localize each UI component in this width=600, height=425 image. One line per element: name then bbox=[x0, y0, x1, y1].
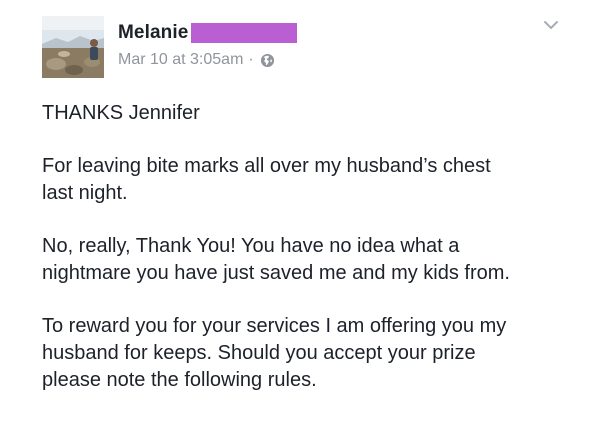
chevron-down-icon[interactable] bbox=[541, 18, 561, 32]
post-header: Melanie Mar 10 at 3:05am · bbox=[42, 16, 582, 80]
facebook-post: Melanie Mar 10 at 3:05am · THANKS Jennif… bbox=[0, 0, 600, 425]
avatar[interactable] bbox=[42, 16, 104, 78]
post-meta: Mar 10 at 3:05am · bbox=[118, 49, 275, 71]
globe-icon[interactable] bbox=[260, 53, 275, 68]
post-paragraph: For leaving bite marks all over my husba… bbox=[42, 155, 491, 204]
author-name[interactable]: Melanie bbox=[118, 22, 188, 44]
name-redaction-bar bbox=[191, 23, 298, 43]
post-paragraph: To reward you for your services I am off… bbox=[42, 315, 507, 391]
post-paragraph: THANKS Jennifer bbox=[42, 102, 200, 124]
post-timestamp[interactable]: Mar 10 at 3:05am bbox=[118, 51, 243, 69]
post-paragraph: No, really, Thank You! You have no idea … bbox=[42, 235, 510, 284]
post-body: THANKS Jennifer For leaving bite marks a… bbox=[42, 100, 582, 420]
meta-separator: · bbox=[248, 51, 254, 68]
author-row: Melanie bbox=[118, 20, 298, 46]
